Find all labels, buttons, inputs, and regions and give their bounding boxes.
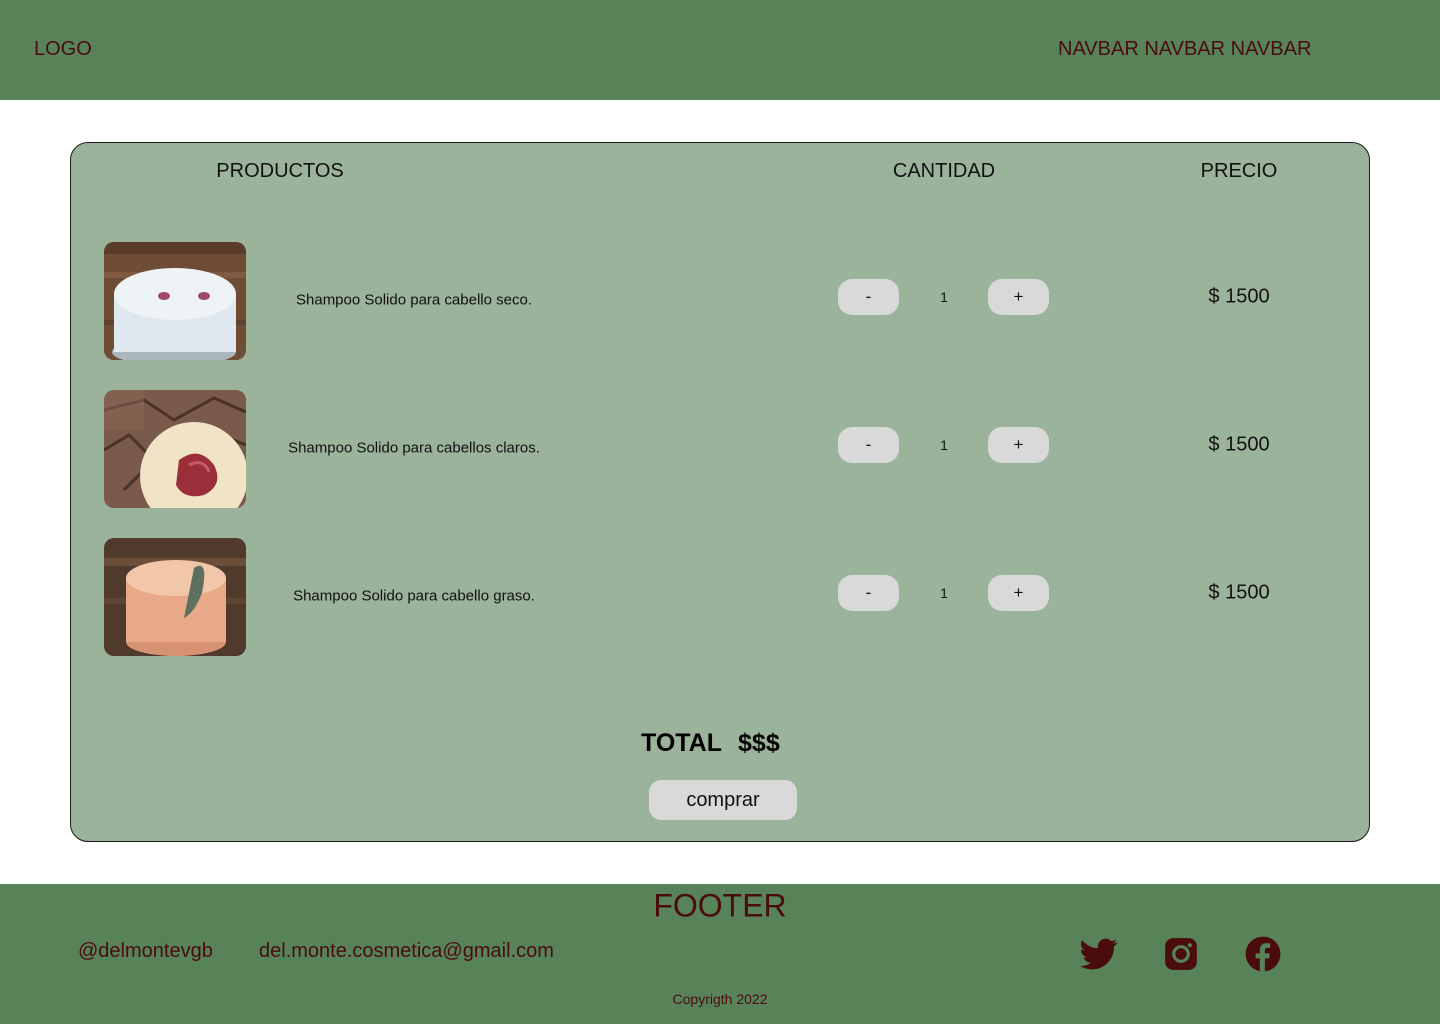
buy-button[interactable]: comprar — [649, 780, 797, 820]
instagram-icon[interactable] — [1162, 935, 1200, 973]
cart-total: TOTAL $$$ — [641, 729, 780, 758]
site-header: LOGO NAVBAR NAVBAR NAVBAR — [0, 0, 1440, 100]
product-price: $ 1500 — [1208, 433, 1270, 456]
product-price: $ 1500 — [1208, 285, 1270, 308]
decrease-quantity-button[interactable]: - — [838, 575, 899, 611]
footer-handle[interactable]: @delmontevgb — [78, 940, 213, 963]
increase-quantity-button[interactable]: + — [988, 279, 1049, 315]
product-name: Shampoo Solido para cabello seco. — [296, 291, 532, 309]
twitter-icon[interactable] — [1080, 935, 1118, 973]
facebook-icon[interactable] — [1244, 935, 1282, 973]
cart-row: Shampoo Solido para cabello graso. - 1 +… — [71, 538, 1371, 656]
cart-panel: PRODUCTOS CANTIDAD PRECIO Shampoo Solido… — [70, 142, 1370, 842]
navbar[interactable]: NAVBAR NAVBAR NAVBAR — [1058, 38, 1311, 61]
logo[interactable]: LOGO — [34, 38, 92, 61]
footer-email[interactable]: del.monte.cosmetica@gmail.com — [259, 940, 554, 963]
product-image — [104, 538, 246, 656]
increase-quantity-button[interactable]: + — [988, 575, 1049, 611]
product-image — [104, 242, 246, 360]
increase-quantity-button[interactable]: + — [988, 427, 1049, 463]
quantity-value: 1 — [940, 289, 948, 305]
product-name: Shampoo Solido para cabello graso. — [293, 587, 535, 605]
decrease-quantity-button[interactable]: - — [838, 427, 899, 463]
footer-copyright: Copyrigth 2022 — [672, 991, 768, 1007]
footer-title: FOOTER — [653, 887, 787, 924]
product-name: Shampoo Solido para cabellos claros. — [288, 439, 540, 457]
product-image — [104, 390, 246, 508]
cart-row: Shampoo Solido para cabello seco. - 1 + … — [71, 242, 1371, 360]
total-label: TOTAL — [641, 729, 723, 757]
site-footer: FOOTER @delmontevgb del.monte.cosmetica@… — [0, 884, 1440, 1024]
quantity-value: 1 — [940, 585, 948, 601]
column-header-quantity: CANTIDAD — [892, 160, 996, 182]
total-value: $$$ — [738, 729, 780, 757]
product-price: $ 1500 — [1208, 581, 1270, 604]
quantity-value: 1 — [940, 437, 948, 453]
column-header-products: PRODUCTOS — [216, 160, 344, 182]
cart-row: Shampoo Solido para cabellos claros. - 1… — [71, 390, 1371, 508]
column-header-price: PRECIO — [1200, 160, 1278, 182]
decrease-quantity-button[interactable]: - — [838, 279, 899, 315]
